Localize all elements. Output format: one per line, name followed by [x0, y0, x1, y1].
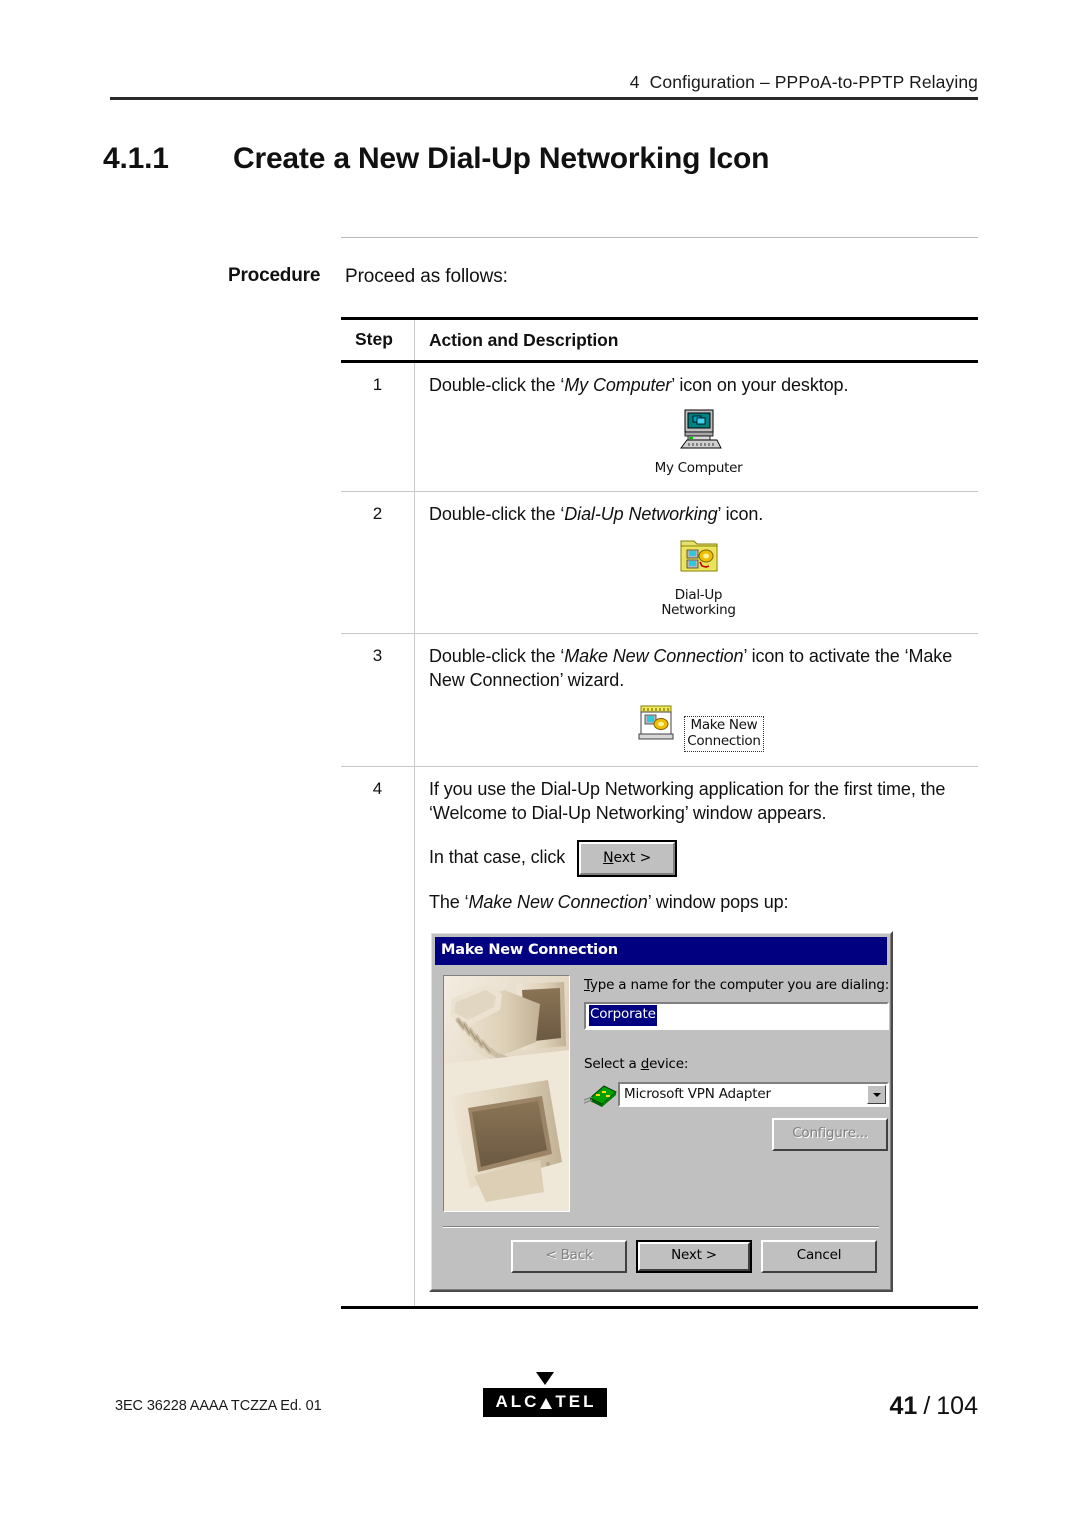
make-new-connection-caption-line1: Make New [690, 717, 758, 734]
step-body: Double-click the ‘Dial-Up Networking’ ic… [415, 492, 978, 633]
step4-paragraph2-prefix: In that case, click [429, 847, 566, 868]
step4-paragraph1: If you use the Dial-Up Networking applic… [429, 778, 946, 823]
table-header-action: Action and Description [429, 330, 619, 350]
step-number: 4 [341, 766, 415, 1306]
footer-document-code: 3EC 36228 AAAA TCZZA Ed. 01 [115, 1398, 322, 1414]
step-text-italic: Make New Connection [564, 645, 744, 666]
step-text-before: Double-click the ‘ [429, 375, 565, 396]
step-text-before: Double-click the ‘ [429, 645, 565, 666]
table-row: 1 Double-click the ‘My Computer’ icon on… [341, 363, 978, 492]
logo-wordmark: ALC TEL [483, 1388, 607, 1417]
procedure-rule [341, 237, 978, 238]
network-adapter-icon [583, 1082, 618, 1108]
logo-text-left: ALC [495, 1392, 540, 1411]
connection-name-value: Corporate [589, 1005, 657, 1027]
table-row: 4 If you use the Dial-Up Networking appl… [341, 766, 978, 1306]
device-select-value: Microsoft VPN Adapter [624, 1085, 771, 1102]
chevron-down-icon[interactable] [867, 1085, 887, 1105]
table-row: 2 Double-click the ‘Dial-Up Networking’ … [341, 491, 978, 634]
step-number: 2 [341, 491, 415, 633]
running-header: 4 Configuration – PPPoA-to-PPTP Relaying [110, 72, 978, 93]
device-select[interactable]: Microsoft VPN Adapter [618, 1082, 890, 1108]
step-body: If you use the Dial-Up Networking applic… [415, 767, 978, 1306]
page-title: Create a New Dial-Up Networking Icon [233, 142, 770, 175]
dial-up-networking-desktop-icon[interactable]: Dial-Up Networking [429, 537, 968, 619]
table-row: 3 Double-click the ‘Make New Connection’… [341, 633, 978, 767]
my-computer-desktop-icon[interactable]: My Computer [429, 408, 968, 477]
dialog-name-label: Type a name for the computer you are dia… [584, 976, 890, 993]
step4-click-next-line: In that case, click Next > [429, 839, 968, 877]
step-body: Double-click the ‘My Computer’ icon on y… [415, 363, 978, 491]
next-button-label: Next > [638, 1241, 750, 1271]
step-text-after: ’ icon on your desktop. [671, 375, 849, 396]
step4-paragraph3: The ‘Make New Connection’ window pops up… [429, 891, 968, 915]
logo-a-triangle-icon [540, 1397, 553, 1409]
header-chapter-title: Configuration – PPPoA-to-PPTP Relaying [649, 72, 978, 92]
cancel-button[interactable]: Cancel [761, 1239, 877, 1273]
procedure-label: Procedure [228, 265, 321, 286]
step4-p3-italic: Make New Connection [468, 891, 648, 912]
page-separator: / [923, 1392, 931, 1420]
table-bottom-rule [341, 1305, 978, 1309]
back-button: < Back [511, 1239, 627, 1273]
step-text-before: Double-click the ‘ [429, 503, 565, 524]
step-body: Double-click the ‘Make New Connection’ i… [415, 634, 978, 766]
make-new-connection-icon [633, 705, 684, 749]
step-number: 1 [341, 363, 415, 491]
connection-name-input[interactable]: Corporate [584, 1001, 890, 1030]
procedure-intro: Proceed as follows: [345, 266, 508, 287]
step-number: 3 [341, 633, 415, 766]
dialog-wizard-photo [443, 974, 570, 1212]
logo-triangle-icon [536, 1372, 554, 1385]
table-header-step: Step [341, 320, 415, 361]
dialog-titlebar: Make New Connection [435, 936, 887, 965]
page-current: 41 [889, 1392, 918, 1420]
step4-p3-after: ’ window pops up: [647, 891, 789, 912]
logo-text-right: TEL [555, 1392, 597, 1411]
step-text-italic: My Computer [564, 375, 672, 396]
my-computer-icon [676, 408, 722, 450]
page-total: 104 [936, 1392, 978, 1420]
next-button[interactable]: Next > [636, 1239, 752, 1273]
section-number: 4.1.1 [103, 142, 169, 175]
inline-next-button[interactable]: Next > [577, 839, 678, 877]
dial-up-caption-line2: Networking [661, 602, 736, 619]
table-header-row: Step Action and Description [341, 320, 978, 361]
document-page: 4 Configuration – PPPoA-to-PPTP Relaying … [0, 0, 1080, 1525]
alcatel-logo: ALC TEL [470, 1372, 620, 1417]
make-new-connection-caption-line2: Connection [687, 732, 761, 749]
header-rule [110, 97, 978, 100]
footer-page-number: 41/104 [890, 1392, 978, 1421]
make-new-connection-dialog: Make New Connection Type a name for the … [429, 930, 893, 1292]
header-chapter-number: 4 [629, 72, 640, 92]
make-new-connection-desktop-icon[interactable]: Make New Connection [429, 703, 968, 752]
step-text-italic: Dial-Up Networking [564, 503, 718, 524]
step-text-after: ’ icon. [717, 503, 764, 524]
procedure-table: Step Action and Description 1 Double-cli… [341, 317, 978, 1309]
my-computer-icon-caption: My Computer [654, 460, 743, 477]
dial-up-caption-line1: Dial-Up [674, 586, 723, 603]
dial-up-networking-folder-icon [676, 540, 722, 581]
configure-button: Configure... [772, 1117, 889, 1151]
dialog-device-label: Select a device: [584, 1055, 689, 1072]
step4-p3-before: The ‘ [429, 891, 469, 912]
